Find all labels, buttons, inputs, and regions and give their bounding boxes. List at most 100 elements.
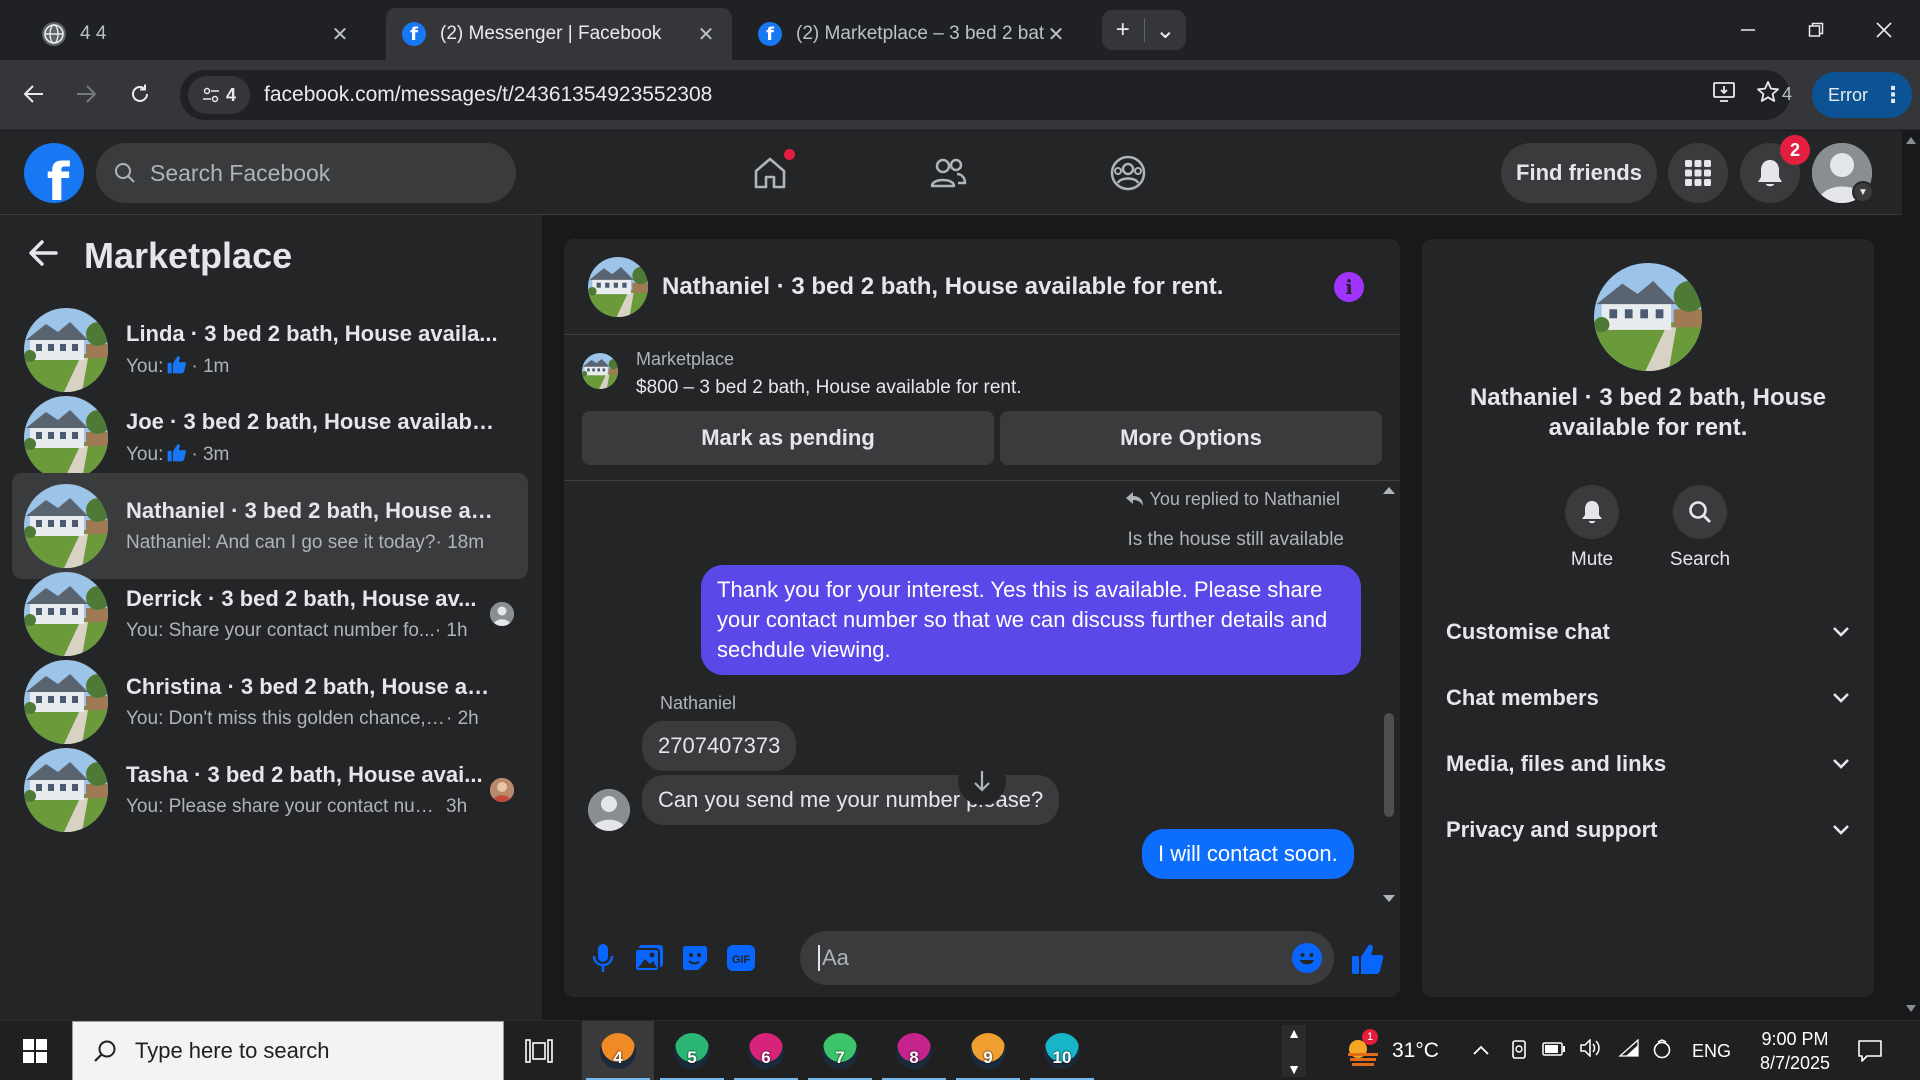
marketplace-sidebar: Marketplace Linda · 3 bed 2 bath, House … xyxy=(0,215,542,1020)
browser-tab-2[interactable]: f (2) Messenger | Facebook ✕ xyxy=(386,8,732,60)
volume-icon[interactable] xyxy=(1580,1038,1602,1063)
tab-search-button[interactable]: ⌄ xyxy=(1145,16,1187,45)
app-label: 7 xyxy=(835,1048,845,1067)
taskbar-app[interactable]: 10 xyxy=(1026,1021,1098,1080)
friends-nav-button[interactable] xyxy=(922,147,974,199)
scroll-down-arrow[interactable] xyxy=(1383,895,1395,902)
back-arrow-icon[interactable] xyxy=(28,237,58,276)
task-view-icon[interactable] xyxy=(522,1035,556,1067)
reply-note-text: You replied to Nathaniel xyxy=(1149,489,1340,509)
taskbar-app[interactable]: 4 xyxy=(582,1021,654,1080)
close-window-button[interactable] xyxy=(1854,8,1914,52)
tab-close-icon[interactable]: ✕ xyxy=(694,22,718,47)
language-indicator[interactable]: ENG xyxy=(1692,1041,1731,1062)
url-text[interactable]: facebook.com/messages/t/2436135492355230… xyxy=(264,83,1702,107)
taskbar-app[interactable]: 9 xyxy=(952,1021,1024,1080)
home-nav-button[interactable] xyxy=(744,147,796,199)
chat-members-section[interactable]: Chat members xyxy=(1446,673,1850,723)
media-files-links-section[interactable]: Media, files and links xyxy=(1446,739,1850,789)
browser-tab-1[interactable]: 4 4 ✕ xyxy=(26,8,366,60)
groups-icon xyxy=(1110,155,1146,191)
message-bubble-incoming[interactable]: 2707407373 xyxy=(642,721,797,772)
conversation-name: Nathaniel · 3 bed 2 bath, House av... xyxy=(126,498,498,523)
profile-error-button[interactable]: Error ⋮ xyxy=(1812,72,1912,118)
browser-tab-3[interactable]: f (2) Marketplace – 3 bed 2 bath, ✕ xyxy=(742,8,1082,60)
tab-title: 4 4 xyxy=(80,23,107,44)
wifi-icon[interactable] xyxy=(1618,1038,1640,1063)
facebook-search-input[interactable]: Search Facebook xyxy=(96,143,516,203)
tab-close-icon[interactable]: ✕ xyxy=(328,22,352,47)
message-scrollbar[interactable] xyxy=(1380,481,1396,909)
message-bubble-outgoing[interactable]: Thank you for your interest. Yes this is… xyxy=(701,565,1361,676)
focus-assist-icon[interactable] xyxy=(1652,1039,1672,1065)
forward-button[interactable] xyxy=(66,74,106,114)
system-clock[interactable]: 9:00 PM 8/7/2025 xyxy=(1740,1027,1850,1076)
sender-avatar[interactable] xyxy=(588,789,630,831)
restore-button[interactable] xyxy=(1786,8,1846,52)
sticker-icon[interactable] xyxy=(678,941,712,975)
message-bubble-outgoing[interactable]: I will contact soon. xyxy=(1142,829,1354,880)
conversation-item[interactable]: Tasha · 3 bed 2 bath, House avai... You: … xyxy=(12,737,528,843)
chevron-down-icon[interactable]: ▼ xyxy=(1852,181,1874,203)
listing-thumbnail[interactable] xyxy=(588,256,648,317)
install-app-icon[interactable] xyxy=(1702,81,1746,110)
message-input-placeholder: Aa xyxy=(818,945,849,971)
listing-thumbnail[interactable] xyxy=(582,353,618,389)
taskbar-search-input[interactable]: Type here to search xyxy=(72,1021,504,1080)
taskbar-app[interactable]: 5 xyxy=(656,1021,728,1080)
quoted-message[interactable]: Is the house still available xyxy=(1127,529,1344,551)
thumbs-up-send-icon[interactable] xyxy=(1348,939,1388,979)
taskbar-app[interactable]: 7 xyxy=(804,1021,876,1080)
notification-center-icon[interactable] xyxy=(1852,1035,1888,1067)
taskbar-app[interactable]: 6 xyxy=(730,1021,802,1080)
groups-nav-button[interactable] xyxy=(1102,147,1154,199)
scroll-to-bottom-button[interactable] xyxy=(958,757,1006,805)
conversation-preview: You: Don't miss this golden chance, s...… xyxy=(126,708,498,730)
taskbar-scroll-buttons[interactable]: ▲ ▼ xyxy=(1282,1025,1306,1077)
mute-button[interactable]: Mute xyxy=(1542,485,1642,571)
message-input[interactable]: Aa xyxy=(800,931,1334,985)
facebook-logo[interactable]: f xyxy=(24,143,84,203)
minimize-button[interactable] xyxy=(1718,8,1778,52)
emoji-icon[interactable] xyxy=(1292,943,1322,973)
address-bar[interactable]: 4 facebook.com/messages/t/24361354923552… xyxy=(180,70,1790,120)
listing-title[interactable]: $800 – 3 bed 2 bath, House available for… xyxy=(636,377,1022,399)
search-in-conversation-button[interactable]: Search xyxy=(1650,485,1750,571)
section-label: Media, files and links xyxy=(1446,751,1667,776)
meet-now-icon[interactable] xyxy=(1510,1039,1528,1067)
hidden-icons-chevron-icon[interactable] xyxy=(1472,1039,1490,1062)
menu-button[interactable] xyxy=(1668,143,1728,203)
new-tab-button[interactable]: + xyxy=(1102,16,1144,44)
more-options-button[interactable]: More Options xyxy=(1000,411,1382,465)
gif-icon[interactable]: GIF xyxy=(724,941,758,975)
scrollbar-thumb[interactable] xyxy=(1384,713,1394,817)
scroll-up-arrow[interactable] xyxy=(1906,137,1916,144)
chevron-up-icon[interactable]: ▲ xyxy=(1287,1025,1301,1041)
reload-button[interactable] xyxy=(120,74,160,114)
chat-title[interactable]: Nathaniel · 3 bed 2 bath, House availabl… xyxy=(662,273,1223,301)
preview-time: 3h xyxy=(446,796,468,817)
taskbar-app[interactable]: 8 xyxy=(878,1021,950,1080)
windows-start-button[interactable] xyxy=(0,1021,70,1080)
extensions-count[interactable]: 4 xyxy=(1782,84,1792,105)
scroll-up-arrow[interactable] xyxy=(1383,487,1395,494)
listing-avatar[interactable] xyxy=(1594,263,1702,371)
chevron-down-icon[interactable]: ▼ xyxy=(1287,1061,1301,1077)
temperature[interactable]: 31°C xyxy=(1392,1039,1439,1063)
error-label: Error xyxy=(1828,84,1868,105)
page-scrollbar[interactable] xyxy=(1902,131,1920,1020)
battery-icon[interactable] xyxy=(1542,1039,1566,1062)
photo-attach-icon[interactable] xyxy=(632,941,666,975)
microphone-icon[interactable] xyxy=(586,941,620,975)
back-button[interactable] xyxy=(14,74,54,114)
customise-chat-section[interactable]: Customise chat xyxy=(1446,607,1850,657)
info-icon[interactable]: i xyxy=(1334,272,1364,302)
scroll-down-arrow[interactable] xyxy=(1906,1005,1916,1012)
privacy-support-section[interactable]: Privacy and support xyxy=(1446,805,1850,855)
tune-icon xyxy=(202,87,219,103)
conversation-info-panel: Nathaniel · 3 bed 2 bath, House availabl… xyxy=(1422,239,1874,997)
tab-close-icon[interactable]: ✕ xyxy=(1044,22,1068,47)
site-info-button[interactable]: 4 xyxy=(188,76,250,114)
mark-as-pending-button[interactable]: Mark as pending xyxy=(582,411,994,465)
find-friends-button[interactable]: Find friends xyxy=(1501,143,1657,203)
